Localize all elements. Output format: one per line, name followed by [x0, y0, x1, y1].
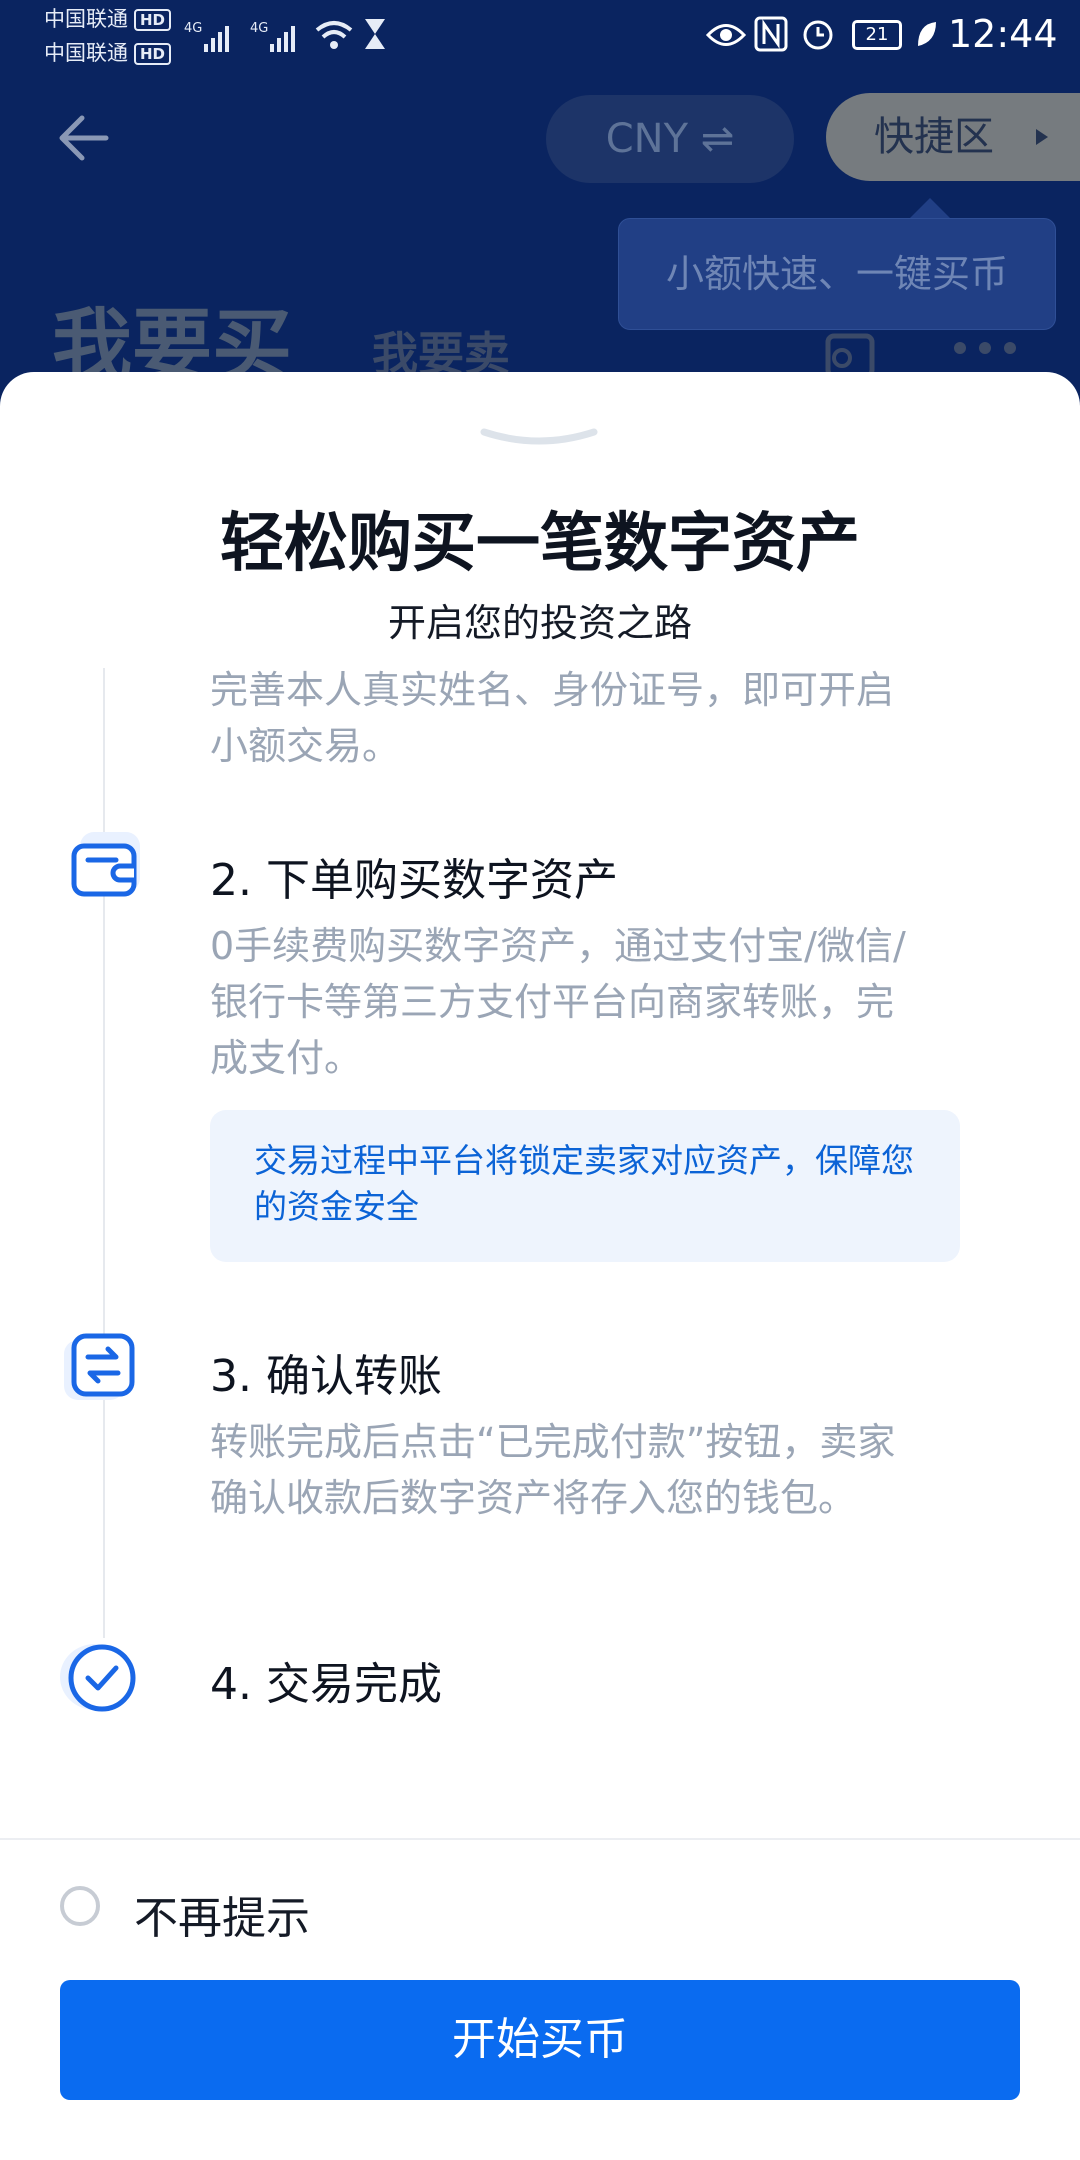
step-1-description: 完善本人真实姓名、身份证号，即可开启小额交易。 [210, 668, 895, 768]
transfer-icon [71, 1333, 135, 1397]
back-arrow-icon[interactable] [56, 112, 112, 164]
dont-show-again-radio[interactable] [60, 1886, 100, 1926]
step-2-title: 2. 下单购买数字资产 [210, 855, 618, 906]
step-3-title: 3. 确认转账 [210, 1351, 442, 1402]
battery-indicator: 21 [852, 20, 902, 50]
tooltip-text: 小额快速、一键买币 [665, 252, 1008, 296]
nfc-icon [754, 16, 788, 52]
tooltip-arrow [908, 198, 952, 220]
start-buying-button[interactable]: 开始买币 [60, 1980, 1020, 2100]
sheet-collapse-handle-icon[interactable] [480, 428, 598, 448]
carrier-1: 中国联通 HD [44, 4, 172, 34]
step-2-description: 0手续费购买数字资产，通过支付宝/微信/银行卡等第三方支付平台向商家转账，完成支… [210, 924, 906, 1080]
sheet-subtitle: 开启您的投资之路 [387, 601, 692, 645]
carrier-2-name: 中国联通 [44, 41, 128, 65]
wallet-icon [71, 843, 137, 897]
step-4-title: 4. 交易完成 [210, 1659, 442, 1710]
signal-icon: 4G 4G [184, 21, 295, 52]
check-circle-icon [68, 1644, 136, 1712]
hourglass-icon [365, 19, 385, 49]
quick-area-button[interactable]: 快捷区 [826, 93, 1080, 181]
sheet-title: 轻松购买一笔数字资产 [220, 507, 860, 581]
hd-badge-1: HD [134, 9, 172, 31]
caret-right-icon [1036, 129, 1048, 145]
steps-timeline-line [103, 668, 105, 1638]
network-2-label: 4G [250, 21, 268, 36]
leaf-icon [918, 22, 936, 46]
quick-area-tooltip: 小额快速、一键买币 [618, 218, 1056, 330]
step-3-description: 转账完成后点击“已完成付款”按钮，卖家确认收款后数字资产将存入您的钱包。 [210, 1420, 896, 1520]
status-bar: 中国联通 HD 中国联通 HD 4G 4G 21 12:44 [0, 0, 1080, 80]
more-icon[interactable] [950, 336, 1020, 360]
wifi-icon [315, 21, 353, 49]
security-notice-text: 交易过程中平台将锁定卖家对应资产，保障您的资金安全 [254, 1141, 914, 1226]
step-3-icon-container [64, 1330, 135, 1400]
step-2-icon-container [70, 832, 140, 902]
footer-divider [0, 1838, 1080, 1840]
carrier-1-name: 中国联通 [44, 7, 128, 31]
network-1-label: 4G [184, 21, 202, 36]
quick-area-label: 快捷区 [874, 114, 994, 160]
security-notice: 交易过程中平台将锁定卖家对应资产，保障您的资金安全 [210, 1110, 960, 1262]
carrier-2: 中国联通 HD [44, 38, 172, 68]
order-history-icon[interactable] [824, 332, 880, 376]
currency-switch-label: CNY ⇌ [605, 116, 735, 162]
dont-show-again-label[interactable]: 不再提示 [134, 1882, 310, 1946]
currency-switch-button[interactable]: CNY ⇌ [546, 95, 794, 183]
clock: 12:44 [948, 12, 1058, 56]
hd-badge-2: HD [134, 43, 172, 65]
eye-icon [706, 24, 746, 46]
alarm-icon [803, 20, 833, 50]
step-4-icon-container [60, 1640, 136, 1712]
